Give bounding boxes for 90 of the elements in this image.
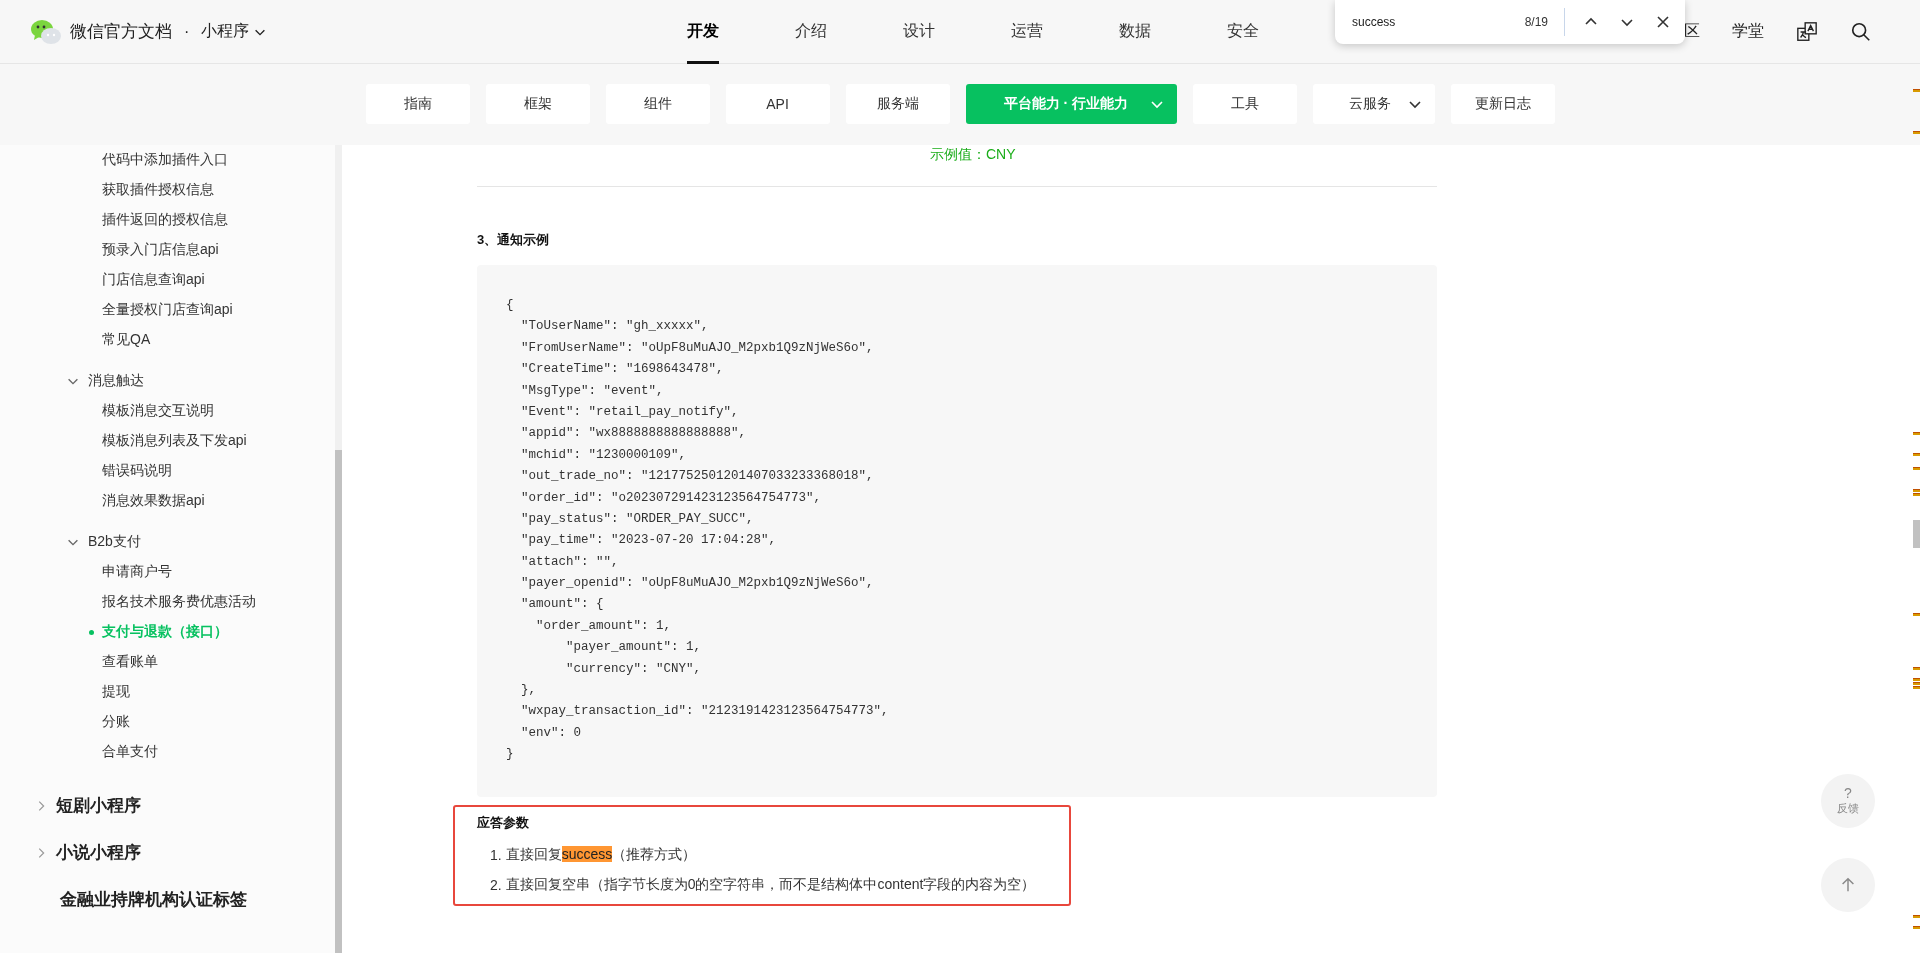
code-line: "ToUserName": "gh_xxxxx", xyxy=(520,318,710,336)
code-line: "Event": "retail_pay_notify", xyxy=(520,403,740,421)
sidebar-item[interactable]: 常见QA xyxy=(0,325,151,355)
scrollbar-marker xyxy=(1913,453,1920,456)
scrollbar-marker xyxy=(1913,131,1920,134)
subnav-button[interactable]: 框架 xyxy=(485,84,590,124)
question-icon: ? xyxy=(1844,786,1852,800)
separator-dot: · xyxy=(184,22,190,41)
sidebar-item[interactable]: 查看账单 xyxy=(0,647,158,677)
subnav-button[interactable]: 组件 xyxy=(605,84,710,124)
sidebar-item[interactable]: 消息触达 xyxy=(0,366,144,396)
sidebar-item[interactable]: 获取插件授权信息 xyxy=(0,175,214,205)
list-item-text: 直接回复空串（指字节长度为0的空字符串，而不是结构体中content字段的内容为空） xyxy=(505,875,1036,894)
code-line: "payer_amount": 1, xyxy=(565,639,703,657)
sidebar-item[interactable]: 消息效果数据api xyxy=(0,486,205,516)
scrollbar-marker xyxy=(1913,667,1920,670)
nav-tab[interactable]: 运营 xyxy=(1011,0,1043,64)
response-heading: 应答参数 xyxy=(477,813,530,832)
code-line: "attach": "", xyxy=(520,553,620,571)
section-heading: 3、通知示例 xyxy=(477,231,551,249)
code-line: "FromUserName": "oUpF8uMuAJO_M2pxb1Q9zNjWeS6o", xyxy=(520,339,875,357)
sidebar-item[interactable]: 预录入门店信息api xyxy=(0,235,219,265)
code-line: "pay_status": "ORDER_PAY_SUCC", xyxy=(520,510,755,528)
code-line: "pay_time": "2023-07-20 17:04:28", xyxy=(520,532,778,550)
chat-bubbles-icon[interactable] xyxy=(30,17,62,46)
translate-icon[interactable] xyxy=(1796,20,1818,43)
nav-tab[interactable]: 数据 xyxy=(1119,0,1151,64)
sidebar-item[interactable]: 报名技术服务费优惠活动 xyxy=(0,587,256,617)
sidebar-item[interactable]: 错误码说明 xyxy=(0,456,172,486)
subnav-button[interactable]: 指南 xyxy=(365,84,470,124)
sidebar-item[interactable]: 申请商户号 xyxy=(0,557,172,587)
code-line: "payer_openid": "oUpF8uMuAJO_M2pxb1Q9zNjWeS6o", xyxy=(520,575,875,593)
sidebar-item[interactable]: 模板消息交互说明 xyxy=(0,396,214,426)
code-line: "appid": "wx8888888888888888", xyxy=(520,425,748,443)
sidebar-item[interactable]: 门店信息查询api xyxy=(0,265,205,295)
code-line: "currency": "CNY", xyxy=(565,660,703,678)
scrollbar-marker xyxy=(1913,926,1920,929)
sidebar-item[interactable]: B2b支付 xyxy=(0,527,141,557)
subnav-button[interactable]: 云服务 xyxy=(1312,84,1435,124)
code-line: { xyxy=(506,297,515,314)
scrollbar-marker xyxy=(1913,915,1920,918)
subnav-button[interactable]: 服务端 xyxy=(845,84,950,124)
site-title[interactable]: 微信官方文档 xyxy=(70,20,172,43)
scrollbar-marker xyxy=(1913,613,1920,616)
arrow-up-icon xyxy=(1839,876,1857,894)
table-cell: 示例值：CNY xyxy=(930,146,1016,164)
sidebar-item[interactable]: 全量授权门店查询api xyxy=(0,295,233,325)
subnav-button[interactable]: API xyxy=(725,84,830,124)
sidebar-item[interactable]: 分账 xyxy=(0,707,130,737)
sidebar-item[interactable]: 代码中添加插件入口 xyxy=(0,145,228,175)
sidebar-item[interactable]: 模板消息列表及下发api xyxy=(0,426,247,456)
scrollbar-marker xyxy=(1913,89,1920,92)
nav-link[interactable]: 区 xyxy=(1684,21,1700,42)
code-line: "out_trade_no": "1217752501201407033233368018", xyxy=(520,468,875,486)
subnav-button[interactable]: 工具 xyxy=(1192,84,1297,124)
sidebar-item[interactable]: 短剧小程序 xyxy=(0,783,141,828)
code-line: "CreateTime": "1698643478", xyxy=(520,361,725,379)
nav-tab[interactable]: 介绍 xyxy=(795,0,827,64)
product-dropdown[interactable]: 小程序 xyxy=(201,21,268,42)
search-icon[interactable] xyxy=(1850,20,1872,43)
subnav-button[interactable]: 更新日志 xyxy=(1450,84,1555,124)
sidebar-item[interactable]: 小说小程序 xyxy=(0,830,141,875)
scrollbar-thumb[interactable] xyxy=(335,450,342,953)
code-line: "order_amount": 1, xyxy=(535,617,673,635)
code-line: "wxpay_transaction_id": "2123191423123564754773", xyxy=(520,703,890,721)
list-item-text: 直接回复success（推荐方式） xyxy=(505,845,697,864)
nav-tab[interactable]: 安全 xyxy=(1227,0,1259,64)
find-field[interactable]: success xyxy=(1352,15,1525,29)
code-line: "env": 0 xyxy=(520,724,582,742)
match-count: 8/19 xyxy=(1524,15,1548,29)
sidebar-item[interactable]: 提现 xyxy=(0,677,130,707)
code-line: "amount": { xyxy=(520,596,605,614)
close-icon[interactable] xyxy=(1655,14,1671,30)
nav-tab[interactable]: 设计 xyxy=(903,0,935,64)
code-line: } xyxy=(506,746,515,764)
active-dot-icon xyxy=(89,630,94,635)
list-number: 1. xyxy=(490,846,502,863)
feedback-label: 反馈 xyxy=(1837,801,1859,816)
nav-link[interactable]: 学堂 xyxy=(1732,21,1764,42)
code-line: "order_id": "o202307291423123564754773", xyxy=(520,489,823,507)
code-line: "MsgType": "event", xyxy=(520,382,665,400)
list-number: 2. xyxy=(490,876,502,893)
sidebar-item[interactable]: 金融业持牌机构认证标签 xyxy=(0,877,247,922)
scrollbar-marker xyxy=(1913,467,1920,470)
code-line: }, xyxy=(520,682,537,700)
sidebar-item[interactable]: 插件返回的授权信息 xyxy=(0,205,228,235)
code-line: "mchid": "1230000109", xyxy=(520,446,688,464)
sidebar-item[interactable]: 合单支付 xyxy=(0,737,158,767)
scrollbar-thumb[interactable] xyxy=(1913,520,1920,548)
scrollbar-marker xyxy=(1913,432,1920,435)
